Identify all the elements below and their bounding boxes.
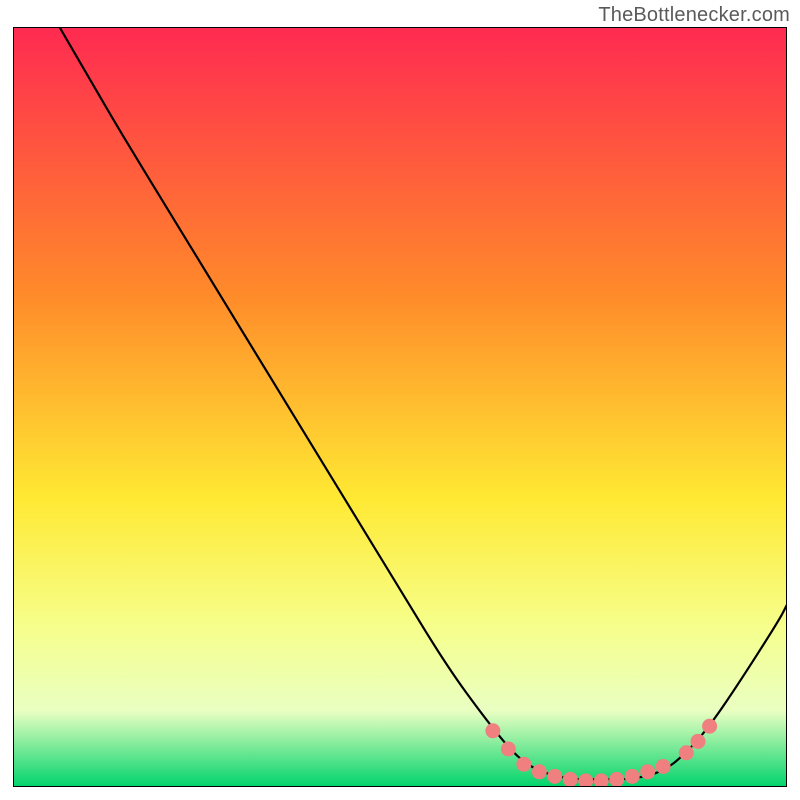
optimal-dot — [501, 742, 516, 757]
optimal-dot — [656, 759, 671, 774]
gradient-background — [13, 27, 787, 787]
optimal-dot — [485, 723, 500, 738]
optimal-dot — [690, 734, 705, 749]
optimal-dot — [532, 764, 547, 779]
optimal-dot — [625, 769, 640, 784]
chart-container: TheBottlenecker.com — [0, 0, 800, 800]
optimal-dot — [702, 719, 717, 734]
plot-svg — [13, 27, 787, 787]
optimal-dot — [516, 757, 531, 772]
optimal-dot — [679, 745, 694, 760]
attribution-text: TheBottlenecker.com — [598, 4, 790, 27]
plot-area — [13, 27, 787, 787]
optimal-dot — [547, 769, 562, 784]
optimal-dot — [563, 772, 578, 787]
optimal-dot — [640, 764, 655, 779]
optimal-dot — [609, 772, 624, 787]
